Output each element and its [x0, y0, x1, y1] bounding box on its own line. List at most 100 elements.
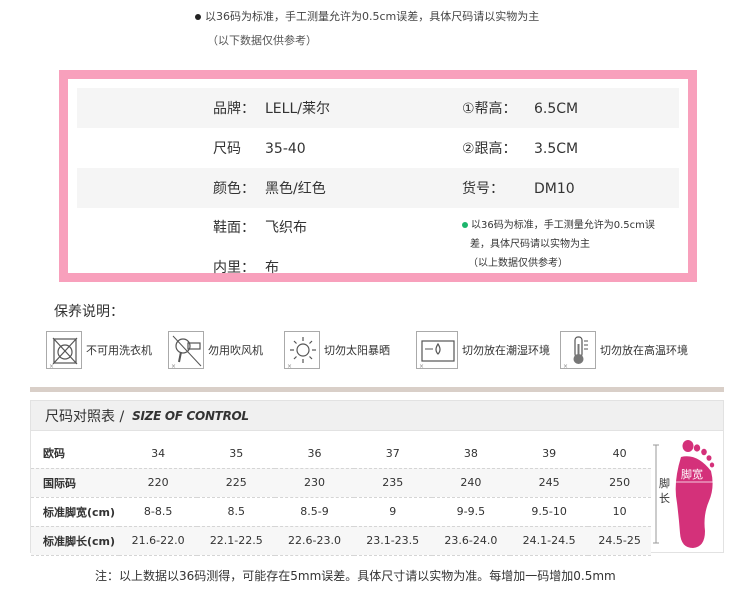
top-note-line1: 以36码为标准，手工测量允许为0.5cm误差，具体尺码请以实物为主	[205, 10, 540, 23]
lining-label: 内里：	[213, 260, 255, 276]
table-cell: 9-9.5	[431, 497, 511, 527]
table-cell: 230	[275, 468, 354, 498]
row-header: 标准脚宽(cm)	[31, 497, 119, 527]
row-header: 标准脚长(cm)	[31, 526, 119, 556]
table-cell: 21.6-22.0	[119, 526, 198, 556]
table-cell: 8.5	[197, 497, 276, 527]
table-cell: 23.6-24.0	[431, 526, 511, 556]
measure-note: 以36码为标准，手工测量允许为0.5cm误 差，具体尺码请以实物为主 （以上数据…	[462, 216, 679, 273]
item-number-value: DM10	[534, 181, 575, 197]
table-cell: 10	[588, 497, 651, 527]
no-hair-dryer-icon: ×	[168, 331, 204, 370]
svg-text:×: ×	[49, 363, 54, 370]
foot-diagram: 脚 长 脚宽	[653, 435, 725, 553]
brand-value: LELL/莱尔	[265, 101, 330, 117]
table-cell: 23.1-23.5	[353, 526, 432, 556]
upper-value: 飞织布	[265, 220, 307, 236]
table-cell: 38	[431, 439, 511, 469]
bullet-icon	[195, 14, 201, 20]
color-label: 颜色：	[213, 181, 255, 197]
table-cell: 225	[197, 468, 276, 498]
table-cell: 245	[510, 468, 589, 498]
no-humidity-icon: ×	[416, 331, 458, 370]
care-item-humidity: × 切勿放在潮湿环境	[416, 330, 550, 370]
table-cell: 39	[510, 439, 589, 469]
heel-height-value: 3.5CM	[534, 141, 579, 157]
heel-height-label: ②跟高：	[462, 141, 517, 157]
care-label-sun: 切勿太阳暴晒	[324, 344, 390, 357]
table-cell: 8.5-9	[275, 497, 354, 527]
table-cell: 40	[588, 439, 651, 469]
table-row: 标准脚长(cm) 21.6-22.0 22.1-22.5 22.6-23.0 2…	[31, 526, 651, 556]
size-chart-title-cn: 尺码对照表 /	[45, 408, 125, 425]
info-row-color: 颜色： 黑色/红色 货号： DM10	[77, 168, 679, 208]
upper-height-value: 6.5CM	[534, 101, 579, 117]
foot-width-label: 脚宽	[681, 468, 703, 481]
upper-label: 鞋面：	[213, 220, 255, 236]
no-heat-icon: ×	[560, 331, 596, 370]
table-cell: 9	[353, 497, 432, 527]
care-item-dryer: × 勿用吹风机	[168, 330, 263, 370]
foot-length-label-2: 长	[659, 492, 670, 505]
info-row-size: 尺码 35-40 ②跟高： 3.5CM	[77, 128, 679, 168]
table-row: 欧码 34 35 36 37 38 39 40	[31, 439, 651, 469]
svg-text:×: ×	[171, 363, 176, 370]
svg-text:×: ×	[419, 363, 424, 370]
lining-value: 布	[265, 260, 279, 276]
table-cell: 220	[119, 468, 198, 498]
brand-label: 品牌：	[213, 101, 255, 117]
table-cell: 22.6-23.0	[275, 526, 354, 556]
foot-length-label-1: 脚	[659, 477, 670, 490]
green-bullet-icon	[462, 222, 468, 228]
section-divider	[30, 387, 724, 392]
care-label-humidity: 切勿放在潮湿环境	[462, 344, 550, 357]
table-cell: 24.5-25	[588, 526, 651, 556]
table-cell: 34	[119, 439, 198, 469]
table-row: 国际码 220 225 230 235 240 245 250	[31, 468, 651, 498]
table-cell: 35	[197, 439, 276, 469]
product-info-table: 品牌： LELL/莱尔 ①帮高： 6.5CM 尺码 35-40 ②跟高： 3.5CM 颜…	[77, 88, 679, 276]
table-cell: 36	[275, 439, 354, 469]
table-cell: 240	[431, 468, 511, 498]
svg-text:×: ×	[563, 363, 568, 370]
size-table: 欧码 34 35 36 37 38 39 40 国际码 220 225 230 …	[31, 439, 651, 556]
no-sun-icon: ×	[284, 331, 320, 370]
care-label-washer: 不可用洗衣机	[86, 344, 152, 357]
upper-height-label: ①帮高：	[462, 101, 517, 117]
item-number-label: 货号：	[462, 181, 504, 197]
product-info-box: 品牌： LELL/莱尔 ①帮高： 6.5CM 尺码 35-40 ②跟高： 3.5CM 颜…	[59, 70, 697, 282]
size-chart-title-en: SIZE OF CONTROL	[132, 408, 249, 423]
care-item-heat: × 切勿放在高温环境	[560, 330, 688, 370]
care-item-washer: × 不可用洗衣机	[46, 330, 152, 370]
care-instructions: × 不可用洗衣机 × 勿用吹风机 × 切勿太阳暴晒 × 切勿放在潮湿环境 × 切…	[46, 330, 726, 370]
svg-text:×: ×	[287, 363, 292, 370]
measure-note-line2: 差，具体尺码请以实物为主	[470, 239, 590, 250]
top-note: 以36码为标准，手工测量允许为0.5cm误差，具体尺码请以实物为主 （以下数据仅…	[195, 8, 539, 48]
bottom-note: 注：以上数据以36码测得，可能存在5mm误差。具体尺寸请以实物为准。每增加一码增…	[95, 569, 616, 583]
table-cell: 24.1-24.5	[510, 526, 589, 556]
size-value: 35-40	[265, 141, 306, 157]
table-cell: 22.1-22.5	[197, 526, 276, 556]
table-cell: 37	[353, 439, 432, 469]
care-label-heat: 切勿放在高温环境	[600, 344, 688, 357]
row-header: 欧码	[31, 439, 119, 469]
care-title: 保养说明：	[54, 304, 124, 320]
care-item-sun: × 切勿太阳暴晒	[284, 330, 390, 370]
measure-note-line3: （以上数据仅供参考）	[468, 258, 568, 269]
top-note-line2: （以下数据仅供参考）	[207, 34, 317, 47]
table-cell: 250	[588, 468, 651, 498]
size-chart-header: 尺码对照表 / SIZE OF CONTROL	[31, 401, 723, 431]
row-header: 国际码	[31, 468, 119, 498]
size-chart: 尺码对照表 / SIZE OF CONTROL 欧码 34 35 36 37 3…	[30, 400, 725, 556]
info-row-brand: 品牌： LELL/莱尔 ①帮高： 6.5CM	[77, 88, 679, 128]
info-row-material: 鞋面： 飞织布 内里： 布 以36码为标准，手工测量允许为0.5cm误 差，具体尺码…	[77, 208, 679, 286]
no-washing-machine-icon: ×	[46, 331, 82, 370]
table-cell: 235	[353, 468, 432, 498]
table-cell: 8-8.5	[119, 497, 198, 527]
table-row: 标准脚宽(cm) 8-8.5 8.5 8.5-9 9 9-9.5 9.5-10 …	[31, 497, 651, 527]
table-cell: 9.5-10	[510, 497, 589, 527]
care-label-dryer: 勿用吹风机	[208, 344, 263, 357]
measure-note-line1: 以36码为标准，手工测量允许为0.5cm误	[471, 220, 655, 231]
color-value: 黑色/红色	[265, 181, 326, 197]
size-label: 尺码	[213, 141, 241, 157]
